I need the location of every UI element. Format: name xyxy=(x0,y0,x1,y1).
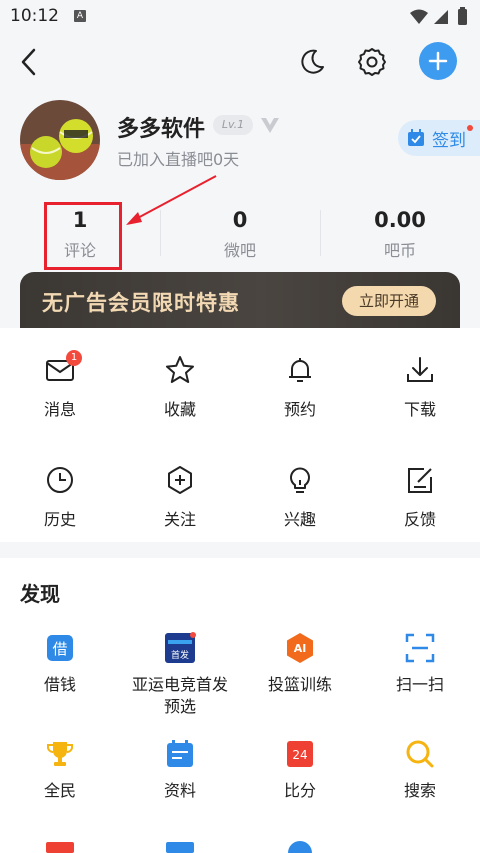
menu-panel: 1 消息 收藏 预约 下载 历史 关注 兴趣 反馈 xyxy=(0,328,480,542)
calendar-icon xyxy=(167,740,193,767)
gear-icon xyxy=(358,48,386,76)
clock-icon xyxy=(47,467,73,493)
menu-label: 预约 xyxy=(283,400,316,419)
annotation-highlight-box xyxy=(44,202,122,270)
top-bar xyxy=(0,34,480,92)
menu-label: 消息 xyxy=(43,400,76,419)
annotation-arrow-icon xyxy=(126,175,217,225)
stat-value: 0.00 xyxy=(374,208,426,232)
discover-label: 亚运电竞首发预选 xyxy=(131,675,228,716)
star-icon xyxy=(166,356,194,383)
discover-item-loan[interactable]: 借 借钱 xyxy=(0,632,120,732)
menu-item-messages[interactable]: 1 消息 xyxy=(0,328,120,428)
esports-icon-text: 首发 xyxy=(171,649,189,661)
trophy-icon xyxy=(47,742,73,766)
stat-coins[interactable]: 0.00 吧币 xyxy=(320,202,480,272)
discover-item-esports[interactable]: 首发 亚运电竞首发预选 xyxy=(120,632,240,732)
lightbulb-icon xyxy=(290,467,310,493)
esports-icon: 首发 xyxy=(165,632,196,663)
menu-label: 兴趣 xyxy=(283,510,316,529)
search-icon xyxy=(406,740,434,768)
joined-days: 已加入直播吧0天 xyxy=(117,150,240,169)
download-icon xyxy=(407,357,433,382)
discover-label: 比分 xyxy=(283,781,316,800)
discover-label: 全民 xyxy=(43,781,76,800)
scan-icon xyxy=(405,633,435,663)
signin-label: 签到 xyxy=(432,130,466,151)
menu-label: 关注 xyxy=(163,510,196,529)
grid-icon xyxy=(166,842,194,853)
avatar-image xyxy=(20,100,100,180)
status-bar: 10:12 A xyxy=(0,0,480,34)
bell-icon xyxy=(289,358,311,382)
message-badge: 1 xyxy=(66,350,82,366)
edit-icon xyxy=(408,468,432,493)
ai-icon-text: AI xyxy=(294,642,307,655)
news-icon xyxy=(46,842,74,853)
discover-label: 搜索 xyxy=(403,781,436,800)
loan-icon-text: 借 xyxy=(52,640,67,658)
vip-open-button[interactable]: 立即开通 xyxy=(342,286,436,316)
avatar[interactable] xyxy=(20,100,100,180)
calendar-check-icon xyxy=(408,129,424,146)
discover-label: 借钱 xyxy=(43,675,76,694)
score-icon: 24 xyxy=(287,741,313,767)
vip-title: 无广告会员限时特惠 xyxy=(42,291,240,315)
discover-title: 发现 xyxy=(20,582,60,606)
add-button[interactable] xyxy=(419,42,457,80)
signin-button[interactable]: 签到 xyxy=(398,120,480,156)
menu-label: 反馈 xyxy=(403,510,436,529)
ai-shoot-icon: AI xyxy=(287,633,313,663)
night-mode-button[interactable] xyxy=(292,42,332,82)
status-icons xyxy=(408,7,470,31)
discover-item-all[interactable]: 全民 xyxy=(0,738,120,838)
menu-item-reservations[interactable]: 预约 xyxy=(240,328,360,428)
v-badge-icon xyxy=(259,115,281,139)
discover-item-search[interactable]: 搜索 xyxy=(360,738,480,838)
settings-button[interactable] xyxy=(352,42,392,82)
discover-label: 资料 xyxy=(163,781,196,800)
menu-label: 收藏 xyxy=(163,400,196,419)
moon-icon xyxy=(301,49,324,74)
profile-header: 多多软件 Lv.1 已加入直播吧0天 签到 xyxy=(0,92,480,202)
menu-item-history[interactable]: 历史 xyxy=(0,438,120,538)
compass-icon xyxy=(288,841,312,853)
back-button[interactable] xyxy=(10,42,46,82)
vip-banner[interactable]: 无广告会员限时特惠 立即开通 xyxy=(20,272,460,328)
status-time: 10:12 xyxy=(10,6,59,26)
menu-item-favorites[interactable]: 收藏 xyxy=(120,328,240,428)
discover-section: 发现 借 借钱 首发 亚运电竞首发预选 AI 投篮训练 扫一扫 全民 资料 24… xyxy=(0,558,480,853)
discover-item-scan[interactable]: 扫一扫 xyxy=(360,632,480,732)
hexagon-plus-icon xyxy=(168,466,192,494)
menu-item-interests[interactable]: 兴趣 xyxy=(240,438,360,538)
stat-label: 吧币 xyxy=(383,241,416,260)
menu-label: 下载 xyxy=(403,400,436,419)
stat-label: 微吧 xyxy=(223,241,256,260)
username: 多多软件 xyxy=(117,117,206,142)
score-icon-text: 24 xyxy=(292,748,307,762)
discover-item-data[interactable]: 资料 xyxy=(120,738,240,838)
menu-label: 历史 xyxy=(43,510,76,529)
discover-item-scores[interactable]: 24 比分 xyxy=(240,738,360,838)
back-icon xyxy=(21,48,36,76)
menu-item-feedback[interactable]: 反馈 xyxy=(360,438,480,538)
discover-item-shooting[interactable]: AI 投篮训练 xyxy=(240,632,360,732)
loan-icon: 借 xyxy=(47,635,73,661)
signin-dot xyxy=(467,125,473,131)
discover-label: 扫一扫 xyxy=(395,675,444,694)
menu-item-follow[interactable]: 关注 xyxy=(120,438,240,538)
level-badge: Lv.1 xyxy=(213,115,253,135)
plus-icon xyxy=(428,51,448,71)
menu-item-downloads[interactable]: 下载 xyxy=(360,328,480,428)
discover-label: 投篮训练 xyxy=(267,675,332,694)
notification-icon: A xyxy=(74,10,86,22)
